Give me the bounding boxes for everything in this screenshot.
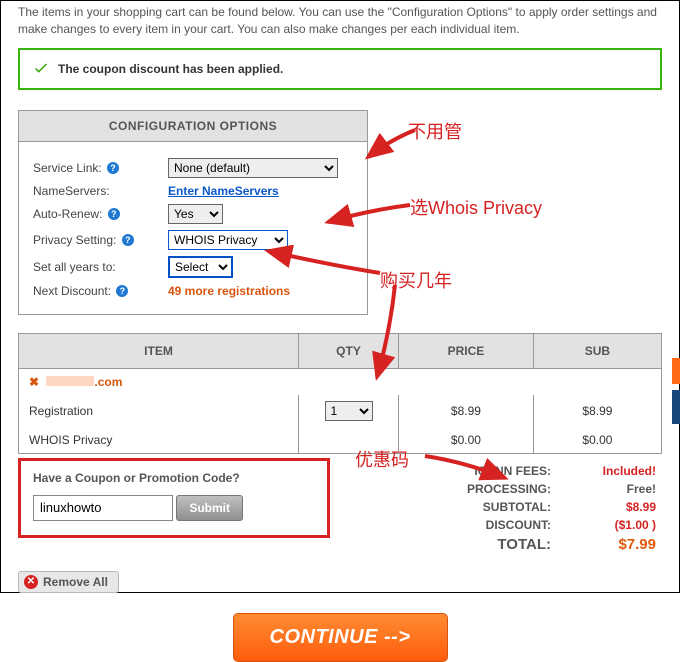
remove-all-button[interactable]: ✕ Remove All <box>18 571 119 593</box>
service-link-select[interactable]: None (default) <box>168 158 338 178</box>
annotation-3: 购买几年 <box>380 267 452 293</box>
price-cell: $0.00 <box>399 427 534 454</box>
col-item: ITEM <box>19 333 299 368</box>
table-row: WHOIS Privacy $0.00 $0.00 <box>19 427 662 454</box>
config-header: CONFIGURATION OPTIONS <box>19 111 367 142</box>
auto-renew-select[interactable]: Yes <box>168 204 223 224</box>
annotation-4: 优惠码 <box>355 446 409 472</box>
table-row: Registration 1 $8.99 $8.99 <box>19 395 662 427</box>
remove-item-icon[interactable]: ✖ <box>29 375 39 389</box>
col-price: PRICE <box>399 333 534 368</box>
summary-block: ICANN FEES:Included! PROCESSING:Free! SU… <box>401 460 662 557</box>
auto-renew-label: Auto-Renew: ? <box>33 207 168 221</box>
annotation-1: 不用管 <box>408 118 462 144</box>
coupon-submit-button[interactable]: Submit <box>176 495 243 521</box>
intro-text: The items in your shopping cart can be f… <box>18 0 662 48</box>
banner-text: The coupon discount has been applied. <box>58 62 283 76</box>
help-icon[interactable]: ? <box>107 162 119 174</box>
table-row-domain: ✖ .com <box>19 368 662 395</box>
next-discount-label: Next Discount: ? <box>33 284 168 298</box>
next-discount-value: 49 more registrations <box>168 284 290 298</box>
configuration-options-panel: CONFIGURATION OPTIONS Service Link: ? No… <box>18 110 368 315</box>
col-qty: QTY <box>299 333 399 368</box>
price-cell: $8.99 <box>399 395 534 427</box>
sub-cell: $0.00 <box>533 427 661 454</box>
enter-nameservers-link[interactable]: Enter NameServers <box>168 184 279 198</box>
domain-blur <box>46 376 94 386</box>
privacy-setting-select[interactable]: WHOIS Privacy <box>168 230 288 250</box>
col-sub: SUB <box>533 333 661 368</box>
service-link-label: Service Link: ? <box>33 161 168 175</box>
qty-select[interactable]: 1 <box>325 401 373 421</box>
coupon-input[interactable] <box>33 495 173 521</box>
domain-name-cell: ✖ .com <box>19 368 662 395</box>
coupon-applied-banner: The coupon discount has been applied. <box>18 48 662 90</box>
close-icon: ✕ <box>24 575 38 589</box>
help-icon[interactable]: ? <box>122 234 134 246</box>
check-icon <box>32 60 50 78</box>
cart-table: ITEM QTY PRICE SUB ✖ .com Registration 1… <box>18 333 662 454</box>
nameservers-label: NameServers: <box>33 184 168 198</box>
continue-button[interactable]: CONTINUE --> <box>233 613 448 662</box>
privacy-setting-label: Privacy Setting: ? <box>33 233 168 247</box>
coupon-label: Have a Coupon or Promotion Code? <box>33 471 315 485</box>
help-icon[interactable]: ? <box>108 208 120 220</box>
set-years-select[interactable]: Select <box>168 256 233 278</box>
annotation-2: 选Whois Privacy <box>410 194 542 220</box>
set-years-label: Set all years to: <box>33 260 168 274</box>
help-icon[interactable]: ? <box>116 285 128 297</box>
item-cell: WHOIS Privacy <box>19 427 299 454</box>
coupon-box: Have a Coupon or Promotion Code? Submit <box>18 458 330 538</box>
item-cell: Registration <box>19 395 299 427</box>
sub-cell: $8.99 <box>533 395 661 427</box>
